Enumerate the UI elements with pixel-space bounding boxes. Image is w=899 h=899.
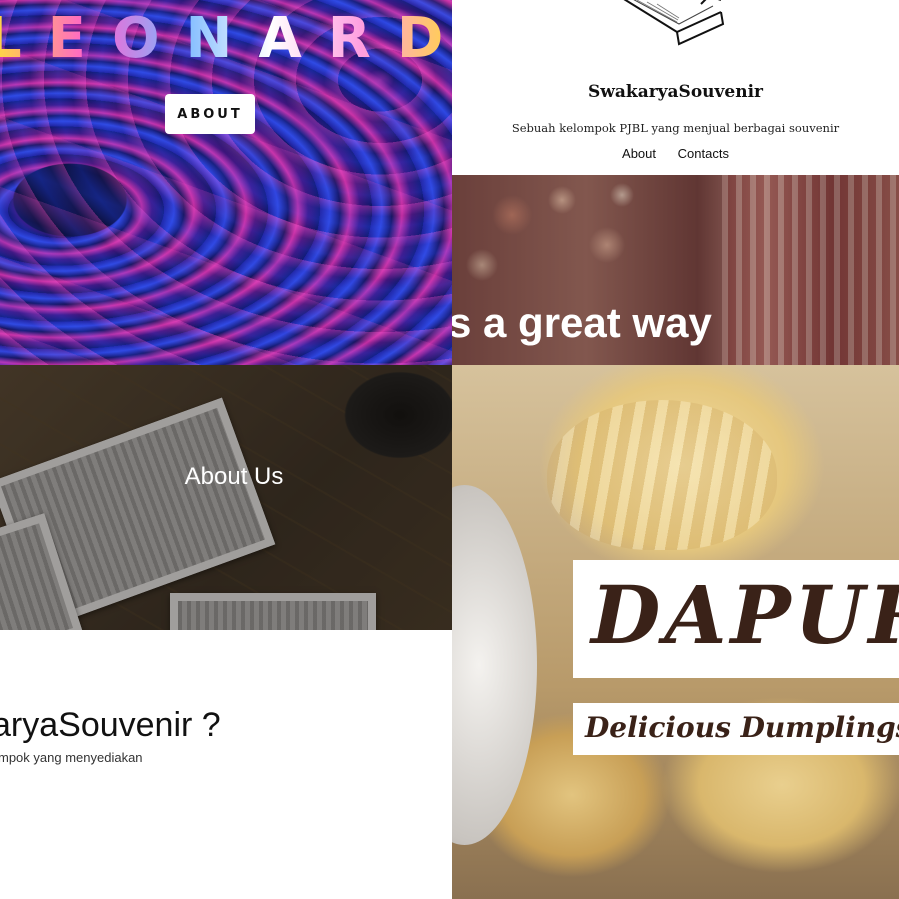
about-button[interactable]: ABOUT: [165, 94, 255, 134]
dumpling-image: [547, 400, 777, 550]
bowl-image: [452, 485, 537, 845]
about-hero: About Us: [0, 365, 452, 630]
tagline: Delicious Dumplings, C: [585, 711, 899, 744]
dapur-logo: DAPUR: [591, 568, 899, 662]
nav-contacts-link[interactable]: Contacts: [678, 146, 729, 161]
site-title[interactable]: SwakaryaSouvenir: [452, 82, 899, 102]
tagline-box: Delicious Dumplings, C: [573, 703, 899, 755]
about-content: aryaSouvenir ? mpok yang menyediakan: [0, 630, 452, 899]
swakarya-hero-image: s a great way: [452, 175, 899, 365]
main-nav: About Contacts: [452, 146, 899, 161]
leonard-hero: LEONARD ABOUT: [0, 0, 452, 365]
section-subtitle: mpok yang menyediakan: [0, 750, 143, 765]
site-subtitle: Sebuah kelompok PJBL yang menjual berbag…: [511, 121, 840, 135]
hero-overlay: [0, 365, 452, 630]
swakarya-header: SwakaryaSouvenir Sebuah kelompok PJBL ya…: [452, 0, 899, 175]
leonard-logo: LEONARD: [0, 6, 452, 71]
about-heading: About Us: [184, 463, 284, 490]
nav-about-link[interactable]: About: [622, 146, 656, 161]
dapur-logo-box: DAPUR: [573, 560, 899, 678]
section-title: aryaSouvenir ?: [0, 706, 221, 744]
dapur-hero: DAPUR Delicious Dumplings, C: [452, 365, 899, 899]
book-logo-icon: [623, 0, 725, 46]
hero-text: s a great way: [452, 299, 712, 346]
